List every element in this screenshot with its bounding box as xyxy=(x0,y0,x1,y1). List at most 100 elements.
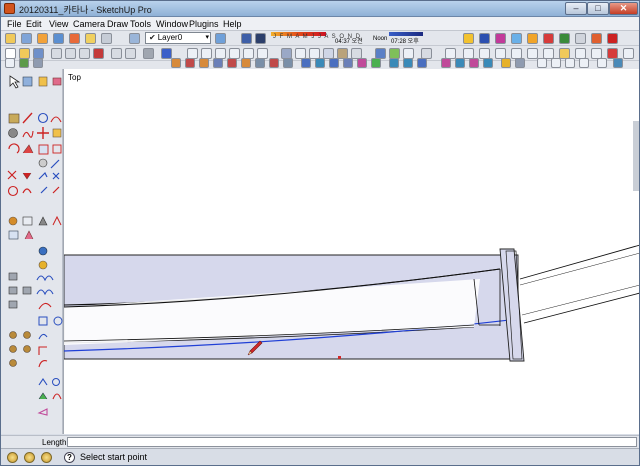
axes-tool-icon[interactable] xyxy=(38,171,48,180)
toolbar-icon[interactable] xyxy=(575,33,586,44)
toolbar-icon[interactable] xyxy=(483,58,493,68)
toolbar-icon[interactable] xyxy=(21,33,32,44)
toolbar-icon[interactable] xyxy=(527,33,538,44)
move-tool-icon[interactable] xyxy=(37,127,49,139)
menu-camera[interactable]: Camera xyxy=(73,19,105,29)
toolbar-icon[interactable] xyxy=(329,58,339,68)
weld-icon[interactable] xyxy=(9,331,17,339)
arc-tool-icon[interactable] xyxy=(50,116,62,123)
magnet-icon[interactable] xyxy=(52,393,62,400)
toolbar-icon[interactable] xyxy=(269,58,279,68)
toolbar-icon[interactable] xyxy=(537,58,547,68)
toolbar-icon[interactable] xyxy=(241,58,251,68)
zoom-window-icon[interactable] xyxy=(52,186,60,194)
toolbar-icon[interactable] xyxy=(315,58,325,68)
flip-edge-icon[interactable] xyxy=(36,289,54,296)
toolbar-icon[interactable] xyxy=(551,58,561,68)
toolbar-icon[interactable] xyxy=(301,58,311,68)
follow-me-icon[interactable] xyxy=(22,144,34,154)
toolbar-icon[interactable] xyxy=(463,33,474,44)
toolbar-icon[interactable] xyxy=(495,33,506,44)
menu-edit[interactable]: Edit xyxy=(26,19,42,29)
push-pull-icon[interactable] xyxy=(52,128,62,138)
text-tool-icon[interactable] xyxy=(22,172,32,180)
menu-file[interactable]: File xyxy=(7,19,22,29)
toolbar-icon[interactable] xyxy=(511,33,522,44)
toolbar-icon[interactable] xyxy=(185,58,195,68)
toolbar-icon[interactable] xyxy=(343,58,353,68)
toolbar-icon[interactable] xyxy=(37,33,48,44)
layer-select[interactable]: ✔ Layer0 ▾ xyxy=(145,32,211,44)
toolbar-icon[interactable] xyxy=(227,58,237,68)
toolbar-icon[interactable] xyxy=(403,58,413,68)
toolbar-icon[interactable] xyxy=(85,33,96,44)
toolbar-icon[interactable] xyxy=(357,58,367,68)
toolbar-icon[interactable] xyxy=(543,33,554,44)
scale-tool-icon[interactable] xyxy=(38,144,49,155)
toolbar-icon[interactable] xyxy=(441,58,451,68)
toolbar-icon[interactable] xyxy=(417,58,427,68)
3d-text-icon[interactable] xyxy=(52,172,60,180)
toolbar-icon[interactable] xyxy=(33,58,43,68)
fillet-icon[interactable] xyxy=(38,346,47,355)
menu-plugins[interactable]: Plugins xyxy=(189,19,219,29)
rectangle-tool-icon[interactable] xyxy=(8,113,20,124)
tools-on-surface-icon[interactable] xyxy=(52,378,60,386)
menu-tools[interactable]: Tools xyxy=(130,19,151,29)
photo-match-icon[interactable] xyxy=(8,272,18,281)
toolbar-icon[interactable] xyxy=(5,58,15,68)
toolbar-icon[interactable] xyxy=(53,33,64,44)
toolbar-icon[interactable] xyxy=(371,58,381,68)
previous-view-icon[interactable] xyxy=(22,216,33,226)
menu-help[interactable]: Help xyxy=(223,19,242,29)
paint-bucket-icon[interactable] xyxy=(38,76,48,87)
toolbar-icon[interactable] xyxy=(613,58,623,68)
extrude-icon[interactable] xyxy=(38,333,48,340)
curviloft-icon[interactable] xyxy=(38,378,48,386)
toolbar-icon[interactable] xyxy=(283,58,293,68)
chamfer-icon[interactable] xyxy=(9,359,17,367)
curve-tool-icon[interactable] xyxy=(38,302,52,310)
zoom-tool-icon[interactable] xyxy=(40,186,48,194)
toolbar-icon[interactable] xyxy=(101,33,112,44)
maximize-button[interactable]: □ xyxy=(587,2,609,15)
section-plane-icon[interactable] xyxy=(24,230,34,240)
pan-tool-icon[interactable] xyxy=(22,188,32,194)
menu-draw[interactable]: Draw xyxy=(107,19,128,29)
toolbar-icon[interactable] xyxy=(597,58,607,68)
toolbar-icon[interactable] xyxy=(591,33,602,44)
eraser-icon[interactable] xyxy=(52,77,62,86)
circle-tool-icon[interactable] xyxy=(37,112,49,124)
dimension-icon[interactable] xyxy=(50,159,60,169)
offset-tool-icon[interactable] xyxy=(52,144,62,154)
toolbar-icon[interactable] xyxy=(255,58,265,68)
make-component-icon[interactable] xyxy=(22,76,33,87)
spline-icon[interactable] xyxy=(38,316,48,326)
shadow-settings-icon[interactable] xyxy=(241,33,252,44)
select-tool-icon[interactable] xyxy=(9,75,21,89)
layers-icon[interactable] xyxy=(215,33,226,44)
toolbar-icon[interactable] xyxy=(501,58,511,68)
toolbar-icon[interactable] xyxy=(559,33,570,44)
line-tool-icon[interactable] xyxy=(22,112,33,124)
toolbar-icon[interactable] xyxy=(19,58,29,68)
add-detail-icon[interactable] xyxy=(22,286,32,295)
toolbar-icon[interactable] xyxy=(69,33,80,44)
menu-view[interactable]: View xyxy=(49,19,68,29)
minimize-button[interactable]: ‒ xyxy=(565,2,587,15)
freehand-tool-icon[interactable] xyxy=(22,130,34,138)
sketchup-app-icon[interactable] xyxy=(4,3,15,14)
viewport-scrollbar[interactable] xyxy=(633,121,639,191)
toolbar-icon[interactable] xyxy=(455,58,465,68)
drawing-viewport[interactable]: Top xyxy=(63,69,639,434)
sandbox-icon[interactable] xyxy=(38,246,48,256)
polygon-tool-icon[interactable] xyxy=(8,128,18,138)
geo-location-icon[interactable] xyxy=(7,452,18,463)
walk-tool-icon[interactable] xyxy=(52,215,62,226)
getting-started-icon[interactable] xyxy=(5,33,16,44)
sandbox-scratch-icon[interactable] xyxy=(38,260,48,270)
plane-tool-icon[interactable] xyxy=(38,392,48,400)
fredo-scale-icon[interactable] xyxy=(23,345,31,353)
toolbar-icon[interactable] xyxy=(515,58,525,68)
toolbar-icon[interactable] xyxy=(389,58,399,68)
